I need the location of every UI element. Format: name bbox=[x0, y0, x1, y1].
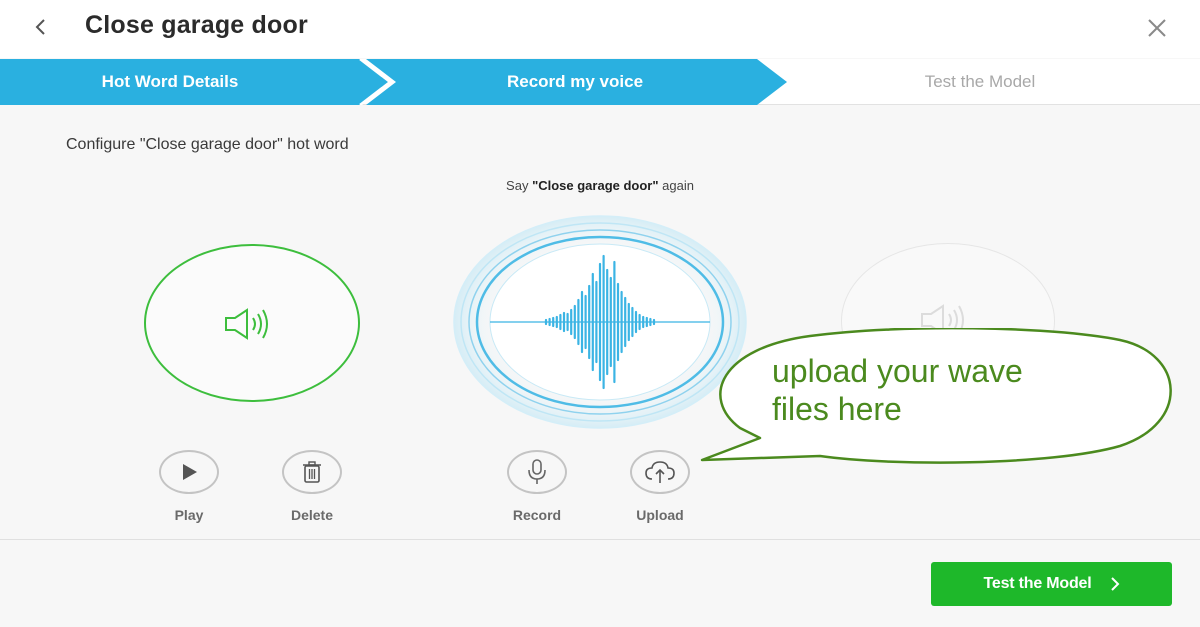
step-record-my-voice[interactable]: Record my voice bbox=[380, 59, 770, 105]
say-prefix: Say bbox=[506, 178, 533, 193]
header: Close garage door bbox=[0, 0, 1200, 58]
upload-button[interactable] bbox=[630, 450, 690, 494]
close-icon bbox=[1148, 19, 1166, 37]
record-action[interactable]: Record bbox=[497, 450, 577, 523]
trash-icon bbox=[303, 461, 321, 483]
step-hot-word-details[interactable]: Hot Word Details bbox=[0, 59, 340, 105]
callout-line-2: files here bbox=[772, 391, 902, 427]
microphone-icon bbox=[528, 459, 546, 484]
record-button[interactable] bbox=[507, 450, 567, 494]
configure-instruction: Configure "Close garage door" hot word bbox=[66, 136, 349, 153]
delete-label: Delete bbox=[290, 507, 334, 523]
delete-action[interactable]: Delete bbox=[272, 450, 352, 523]
record-label: Record bbox=[512, 507, 562, 523]
step-test-the-model[interactable]: Test the Model bbox=[790, 59, 1170, 105]
say-phrase: "Close garage door" bbox=[532, 178, 659, 193]
close-button[interactable] bbox=[1142, 13, 1172, 43]
test-the-model-label: Test the Model bbox=[983, 575, 1092, 592]
say-suffix: again bbox=[658, 178, 694, 193]
play-button[interactable] bbox=[159, 450, 219, 494]
cloud-upload-icon bbox=[645, 461, 675, 483]
play-label: Play bbox=[174, 507, 204, 523]
footer-divider bbox=[0, 539, 1200, 540]
delete-button[interactable] bbox=[282, 450, 342, 494]
callout-text: upload your wave files here bbox=[772, 352, 1152, 428]
chevron-left-icon bbox=[35, 19, 45, 35]
play-action[interactable]: Play bbox=[149, 450, 229, 523]
say-instruction: Say "Close garage door" again bbox=[400, 178, 800, 193]
wizard-stepper: Hot Word Details Record my voice Test th… bbox=[0, 59, 1200, 105]
speaker-icon bbox=[225, 308, 268, 340]
test-the-model-button[interactable]: Test the Model bbox=[931, 562, 1172, 606]
chevron-right-icon bbox=[1110, 577, 1119, 591]
upload-label: Upload bbox=[636, 507, 684, 523]
callout-line-1: upload your wave bbox=[772, 353, 1023, 389]
page-title: Close garage door bbox=[85, 11, 308, 39]
back-button[interactable] bbox=[26, 12, 56, 42]
recording-sample-1[interactable] bbox=[144, 244, 360, 402]
upload-action[interactable]: Upload bbox=[620, 450, 700, 523]
play-icon bbox=[183, 464, 197, 480]
